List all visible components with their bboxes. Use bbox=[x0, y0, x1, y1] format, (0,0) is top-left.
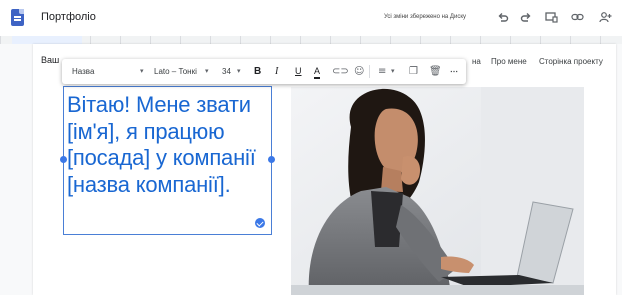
emoji-icon[interactable]: ☺ bbox=[354, 59, 364, 84]
font-dropdown-icon[interactable]: ▾ bbox=[205, 59, 209, 84]
redo-icon[interactable] bbox=[517, 8, 535, 26]
link-icon[interactable] bbox=[568, 8, 586, 26]
save-status: Усі зміни збережено на Диску bbox=[384, 14, 467, 20]
duplicate-icon[interactable]: ❐ bbox=[409, 59, 418, 84]
portrait-photo[interactable] bbox=[291, 87, 584, 295]
check-icon bbox=[255, 218, 265, 228]
align-icon[interactable]: ≡ bbox=[378, 59, 386, 84]
bold-button[interactable]: B bbox=[254, 59, 261, 84]
nav-link-home[interactable]: на bbox=[472, 57, 481, 66]
nav-link-about[interactable]: Про мене bbox=[491, 57, 527, 66]
align-dropdown-icon[interactable]: ▾ bbox=[391, 59, 395, 84]
font-size-select[interactable]: 34 bbox=[222, 59, 231, 84]
add-person-icon[interactable] bbox=[596, 8, 614, 26]
style-dropdown-icon[interactable]: ▾ bbox=[140, 59, 144, 84]
link-icon[interactable]: ⊂⊃ bbox=[332, 59, 349, 84]
format-toolbar: Назва ▾ Lato – Тонкі ▾ 34 ▾ B I U A ⊂⊃ ☺… bbox=[62, 59, 466, 84]
style-select[interactable]: Назва bbox=[72, 59, 94, 84]
more-options-icon[interactable]: ⋯ bbox=[450, 59, 458, 84]
undo-icon[interactable] bbox=[494, 8, 512, 26]
font-select[interactable]: Lato – Тонкі bbox=[154, 59, 197, 84]
resize-handle-left[interactable] bbox=[60, 156, 67, 163]
ruler bbox=[0, 36, 622, 44]
size-dropdown-icon[interactable]: ▾ bbox=[237, 59, 241, 84]
hero-text[interactable]: Вітаю! Мене звати [ім'я], я працюю [поса… bbox=[67, 92, 272, 198]
underline-button[interactable]: U bbox=[295, 59, 302, 84]
app-header: Портфоліо Усі зміни збережено на Диску bbox=[0, 0, 622, 36]
delete-icon[interactable]: 🗑 bbox=[429, 59, 442, 84]
nav-link-project[interactable]: Сторінка проекту bbox=[539, 57, 603, 66]
toolbar-divider bbox=[369, 65, 370, 78]
preview-icon[interactable] bbox=[542, 8, 560, 26]
google-sites-logo-icon[interactable] bbox=[11, 9, 24, 26]
document-title[interactable]: Портфоліо bbox=[41, 11, 96, 23]
ruler-marker bbox=[12, 36, 82, 44]
text-color-button[interactable]: A bbox=[314, 65, 321, 79]
italic-button[interactable]: I bbox=[275, 59, 278, 84]
site-title[interactable]: Ваш bbox=[41, 55, 59, 65]
